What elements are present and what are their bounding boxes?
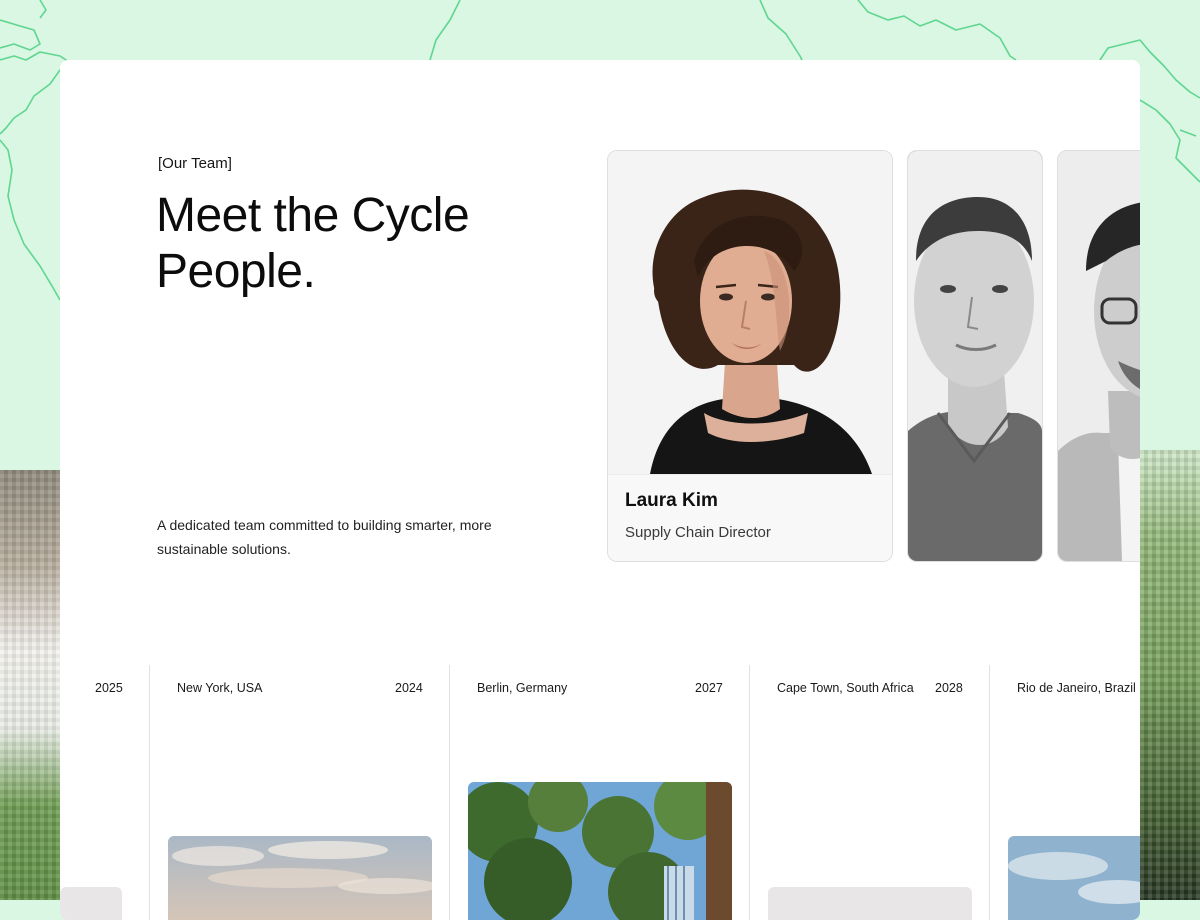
team-member-name: Laura Kim bbox=[625, 490, 718, 511]
team-member-role: Supply Chain Director bbox=[625, 524, 771, 541]
team-card-laura-kim[interactable]: Laura Kim Supply Chain Director bbox=[607, 150, 893, 562]
timeline-location: New York, USA bbox=[177, 681, 263, 695]
timeline-year: 2028 bbox=[935, 681, 963, 695]
portrait-man-photo bbox=[908, 151, 1042, 561]
timeline-image bbox=[768, 887, 972, 920]
team-card-2[interactable] bbox=[907, 150, 1043, 562]
timeline-image-trees bbox=[468, 782, 732, 920]
timeline-year: 2025 bbox=[95, 681, 123, 695]
timeline-year: 2027 bbox=[695, 681, 723, 695]
headline-line-2: People. bbox=[156, 245, 316, 298]
timeline-location: Rio de Janeiro, Brazil bbox=[1017, 681, 1136, 695]
headline-line-1: Meet the Cycle bbox=[156, 189, 470, 242]
section-headline: Meet the Cycle People. bbox=[156, 188, 576, 300]
pixelated-nature-right bbox=[1140, 450, 1200, 900]
timeline-location: Cape Town, South Africa bbox=[777, 681, 914, 695]
timeline-image bbox=[60, 887, 122, 920]
timeline-image-blue-sky bbox=[1008, 836, 1140, 920]
timeline-year: 2024 bbox=[395, 681, 423, 695]
team-section-panel: [Our Team] Meet the Cycle People. A dedi… bbox=[60, 60, 1140, 920]
timeline-item-2[interactable]: New York, USA 2024 bbox=[149, 665, 450, 920]
section-eyebrow: [Our Team] bbox=[158, 155, 232, 172]
timeline-strip: 2025 New York, USA 2024 Berlin, Germany … bbox=[60, 665, 1140, 920]
timeline-item-4[interactable]: Cape Town, South Africa 2028 bbox=[749, 665, 990, 920]
portrait-woman-photo bbox=[608, 151, 892, 474]
timeline-location: Berlin, Germany bbox=[477, 681, 568, 695]
team-card-info: Laura Kim Supply Chain Director bbox=[608, 474, 892, 561]
description-line-2: sustainable solutions. bbox=[157, 541, 291, 557]
pixelated-nature-left bbox=[0, 470, 60, 900]
timeline-image-cloudy-sky bbox=[168, 836, 432, 920]
timeline-item-5[interactable]: Rio de Janeiro, Brazil bbox=[989, 665, 1140, 920]
timeline-item-3[interactable]: Berlin, Germany 2027 bbox=[449, 665, 750, 920]
team-card-3[interactable] bbox=[1057, 150, 1140, 562]
timeline-item-1[interactable]: 2025 bbox=[60, 665, 150, 920]
description-line-1: A dedicated team committed to building s… bbox=[157, 517, 492, 533]
portrait-man-glasses-photo bbox=[1058, 151, 1140, 561]
section-description: A dedicated team committed to building s… bbox=[157, 513, 537, 561]
